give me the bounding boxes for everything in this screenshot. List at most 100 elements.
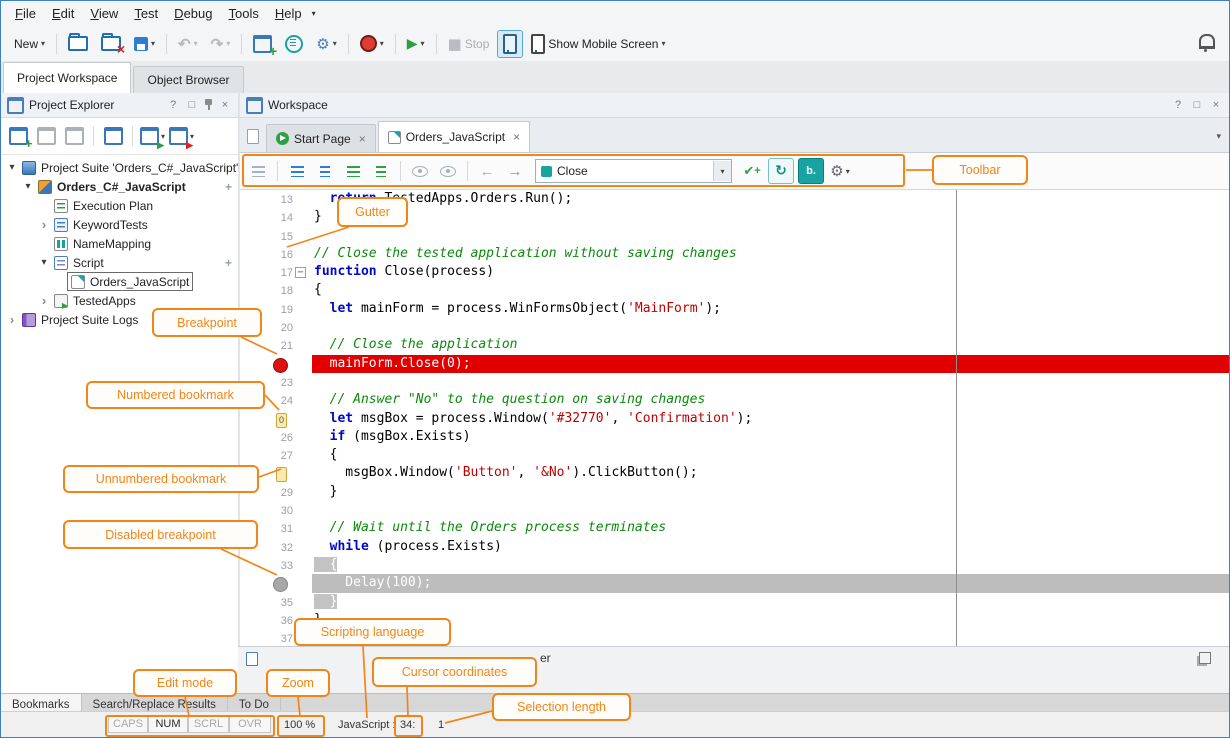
gutter-line-34[interactable] xyxy=(240,574,312,592)
gutter-line-32[interactable]: 32 xyxy=(240,538,312,556)
fold-collapse-icon[interactable]: − xyxy=(295,267,306,278)
tree-item-project-suite-orders-c-javascript-1[interactable]: ▾Project Suite 'Orders_C#_JavaScript' (1 xyxy=(1,158,238,177)
run-button[interactable]: ▶▾ xyxy=(402,31,430,57)
collapse-icon[interactable]: ▾ xyxy=(21,181,35,192)
document-list-icon[interactable] xyxy=(247,129,259,144)
gutter-line-28[interactable] xyxy=(240,464,312,482)
tab-object-browser[interactable]: Object Browser xyxy=(133,66,243,93)
gutter-line-23[interactable]: 23 xyxy=(240,373,312,391)
show-mobile-screen-toggle[interactable] xyxy=(497,30,523,58)
help-icon[interactable]: ? xyxy=(166,99,180,111)
code-area[interactable]: 13 return TestedApps.Orders.Run();14}151… xyxy=(240,190,1229,646)
record-button[interactable]: ▾ xyxy=(355,31,389,57)
breakpoint-icon[interactable] xyxy=(273,358,288,373)
gutter-line-15[interactable]: 15 xyxy=(240,227,312,245)
outdent-button[interactable] xyxy=(285,159,309,183)
indent-button[interactable] xyxy=(313,159,337,183)
tools-button[interactable]: ⚙▾ xyxy=(311,31,341,57)
function-selector-dropdown[interactable]: Close ▾ xyxy=(535,159,732,183)
gutter-line-31[interactable]: 31 xyxy=(240,519,312,537)
close-panel-icon[interactable]: × xyxy=(1209,99,1223,111)
new-item-button[interactable] xyxy=(34,124,58,148)
add-project-item-button[interactable]: + xyxy=(6,124,30,148)
notifications-button[interactable] xyxy=(1199,34,1221,54)
menu-edit[interactable]: Edit xyxy=(44,3,82,24)
format-code-button[interactable] xyxy=(246,159,270,183)
show-mobile-screen-button[interactable]: Show Mobile Screen▾ xyxy=(526,31,670,57)
gutter-line-29[interactable]: 29 xyxy=(240,483,312,501)
gutter-line-30[interactable]: 30 xyxy=(240,501,312,519)
float-panel-icon[interactable] xyxy=(1199,652,1211,664)
open-item-button[interactable] xyxy=(62,124,86,148)
gutter-line-20[interactable]: 20 xyxy=(240,318,312,336)
disabled-breakpoint-icon[interactable] xyxy=(273,577,288,592)
gutter-line-33[interactable]: 33 xyxy=(240,556,312,574)
gutter-line-13[interactable]: 13 xyxy=(240,190,312,208)
open-file-button[interactable] xyxy=(63,31,93,57)
show-region-button[interactable] xyxy=(436,159,460,183)
gutter-line-24[interactable]: 24 xyxy=(240,391,312,409)
tree-item-keywordtests[interactable]: ›KeywordTests xyxy=(1,215,238,234)
beautify-button[interactable]: b. xyxy=(798,158,824,184)
close-file-button[interactable] xyxy=(96,31,126,57)
save-button[interactable]: ▾ xyxy=(129,31,160,57)
expand-icon[interactable]: › xyxy=(5,315,19,325)
tree-item-execution-plan[interactable]: Execution Plan xyxy=(1,196,238,215)
tree-item-project-suite-logs[interactable]: ›Project Suite Logs xyxy=(1,310,238,329)
menu-overflow-chevron-icon[interactable]: ▾ xyxy=(312,9,316,18)
undo-button[interactable]: ↶▾ xyxy=(173,31,203,57)
gutter-line-17[interactable]: 17− xyxy=(240,263,312,281)
gutter-line-19[interactable]: 19 xyxy=(240,300,312,318)
editor-tab-orders-javascript[interactable]: Orders_JavaScript× xyxy=(378,121,530,152)
tab-project-workspace[interactable]: Project Workspace xyxy=(3,62,131,93)
refresh-button[interactable]: ↻ xyxy=(768,158,794,184)
stop-button[interactable]: ■Stop xyxy=(443,31,495,57)
menu-tools[interactable]: Tools xyxy=(220,3,266,24)
gutter-line-35[interactable]: 35 xyxy=(240,593,312,611)
numbered-bookmark-icon[interactable]: 0 xyxy=(276,413,287,428)
gutter-line-26[interactable]: 26 xyxy=(240,428,312,446)
menu-test[interactable]: Test xyxy=(126,3,166,24)
run-project-button[interactable]: ▶▾ xyxy=(140,124,165,148)
comment-button[interactable] xyxy=(341,159,365,183)
debug-project-button[interactable]: ▶▾ xyxy=(169,124,194,148)
expand-icon[interactable]: › xyxy=(37,220,51,230)
add-child-button[interactable]: + xyxy=(225,256,232,270)
add-new-item-button[interactable] xyxy=(248,31,277,57)
gutter-line-27[interactable]: 27 xyxy=(240,446,312,464)
tree-item-testedapps[interactable]: ›TestedApps xyxy=(1,291,238,310)
close-tab-icon[interactable]: × xyxy=(513,130,520,144)
tree-item-namemapping[interactable]: NameMapping xyxy=(1,234,238,253)
menu-file[interactable]: File xyxy=(7,3,44,24)
gutter-line-37[interactable]: 37 xyxy=(240,629,312,646)
close-tab-icon[interactable]: × xyxy=(359,132,366,146)
editor-tab-start-page[interactable]: Start Page× xyxy=(266,124,376,152)
collapse-icon[interactable]: ▾ xyxy=(37,257,51,268)
maximize-panel-icon[interactable]: □ xyxy=(185,99,199,111)
object-spy-button[interactable] xyxy=(280,31,308,57)
hide-region-button[interactable] xyxy=(408,159,432,183)
organize-project-button[interactable] xyxy=(101,124,125,148)
redo-button[interactable]: ↷▾ xyxy=(206,31,236,57)
navigate-back-button[interactable]: ← xyxy=(475,159,499,183)
navigate-forward-button[interactable]: → xyxy=(503,159,527,183)
editor-options-button[interactable]: ⚙▾ xyxy=(828,159,852,183)
tree-item-script[interactable]: ▾Script+ xyxy=(1,253,238,272)
new-button[interactable]: New▾ xyxy=(9,31,50,57)
tab-list-chevron-icon[interactable]: ▾ xyxy=(1216,131,1221,142)
add-child-button[interactable]: + xyxy=(225,180,232,194)
menu-help[interactable]: Help xyxy=(267,3,310,24)
gutter-line-25[interactable]: 0 xyxy=(240,410,312,428)
close-panel-icon[interactable]: × xyxy=(218,99,232,111)
collapse-icon[interactable]: ▾ xyxy=(5,162,19,173)
help-icon[interactable]: ? xyxy=(1171,99,1185,111)
pin-panel-icon[interactable] xyxy=(204,99,213,111)
uncomment-button[interactable] xyxy=(369,159,393,183)
syntax-check-button[interactable]: ✔+ xyxy=(740,159,764,183)
tree-item-orders-javascript[interactable]: Orders_JavaScript xyxy=(1,272,238,291)
menu-view[interactable]: View xyxy=(82,3,126,24)
gutter-line-36[interactable]: 36 xyxy=(240,611,312,629)
bookmark-icon[interactable] xyxy=(276,467,287,482)
gutter-line-21[interactable]: 21 xyxy=(240,336,312,354)
gutter-line-16[interactable]: 16 xyxy=(240,245,312,263)
